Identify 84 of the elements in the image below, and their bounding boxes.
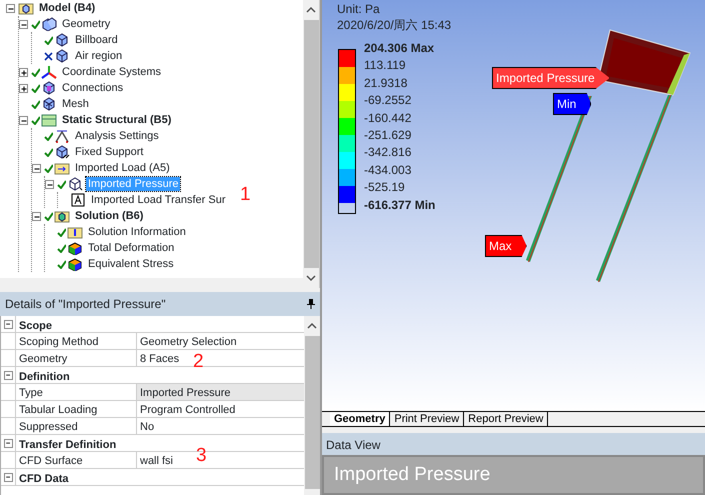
- expander-icon[interactable]: [4, 472, 12, 482]
- property-label: Suppressed: [15, 418, 137, 434]
- tree-item[interactable]: Solution (B6): [73, 209, 146, 223]
- panel-header: Data View: [322, 432, 705, 454]
- property-label: Tabular Loading: [15, 401, 137, 417]
- scroll-up-icon[interactable]: [307, 322, 317, 330]
- property-value[interactable]: Program Controlled: [137, 401, 238, 417]
- callout-label: Imported Pressure: [492, 67, 610, 89]
- panel-title: Details of "Imported Pressure": [5, 296, 166, 313]
- property-label: Scoping Method: [15, 333, 137, 349]
- property-value[interactable]: 8 Faces: [137, 350, 182, 366]
- expander-icon[interactable]: [4, 370, 12, 380]
- tree-item[interactable]: Analysis Settings: [73, 129, 161, 143]
- expander-icon[interactable]: [19, 68, 28, 76]
- tree-item[interactable]: Static Structural (B5): [60, 113, 174, 127]
- tree-item[interactable]: Model (B4): [37, 1, 98, 15]
- result-cube-icon: [67, 241, 83, 255]
- cube-icon: [54, 49, 70, 63]
- model-folder-icon: [18, 1, 34, 15]
- tree-item[interactable]: Imported Load (A5): [73, 161, 172, 175]
- tab[interactable]: Geometry: [330, 412, 390, 426]
- legend-value: 204.306 Max: [364, 40, 436, 57]
- load-folder-icon: [54, 161, 70, 175]
- unit-label: Unit: Pa: [337, 1, 380, 18]
- support-icon: [54, 145, 70, 159]
- text-icon: [70, 193, 86, 207]
- axes-icon: [41, 65, 57, 79]
- legend-value: -616.377 Min: [364, 196, 436, 214]
- legend-value: -251.629: [364, 126, 412, 144]
- scroll-up-icon[interactable]: [306, 6, 316, 14]
- cube-icon: [54, 33, 70, 47]
- property-value[interactable]: wall fsi: [137, 452, 176, 468]
- annotation-number: 1: [240, 185, 251, 204]
- tab[interactable]: Print Preview: [390, 412, 464, 426]
- scrollbar-thumb[interactable]: [304, 336, 320, 489]
- legend-value: 21.9318: [364, 74, 408, 92]
- property-value[interactable]: No: [137, 418, 158, 434]
- scroll-down-icon[interactable]: [306, 274, 316, 282]
- tree-item[interactable]: Coordinate Systems: [60, 65, 164, 79]
- tree-item[interactable]: Connections: [60, 81, 126, 95]
- expander-icon[interactable]: [32, 164, 41, 172]
- legend-value: -434.003: [364, 162, 412, 179]
- callout-label: Max: [485, 235, 527, 257]
- legend-value: -160.442: [364, 110, 412, 127]
- scrollbar-thumb[interactable]: [304, 20, 318, 268]
- tree-item[interactable]: Solution Information: [86, 225, 188, 239]
- expander-icon[interactable]: [4, 438, 12, 448]
- property-value[interactable]: Geometry Selection: [137, 333, 240, 349]
- info-folder-icon: [67, 225, 83, 239]
- solution-folder-icon: [54, 209, 70, 223]
- expander-icon[interactable]: [19, 84, 28, 92]
- legend-value: -342.816: [364, 144, 412, 162]
- tree-item[interactable]: Billboard: [73, 33, 120, 47]
- timestamp: 2020/6/20/周六 15:43: [337, 17, 452, 34]
- pressure-icon: [67, 177, 83, 191]
- callout-label: Min: [553, 93, 592, 115]
- expander-icon[interactable]: [19, 20, 28, 28]
- expander-icon[interactable]: [45, 180, 54, 188]
- property-label: Geometry: [15, 350, 137, 366]
- property-value[interactable]: Imported Pressure: [137, 384, 304, 400]
- tree-item[interactable]: Equivalent Stress: [86, 257, 176, 271]
- expander-icon[interactable]: [19, 116, 28, 124]
- legend-value: -525.19: [364, 179, 406, 196]
- legend-value: -69.2552: [364, 92, 412, 110]
- expander-icon[interactable]: [6, 4, 15, 12]
- cubes-icon: [41, 17, 57, 31]
- expander-icon[interactable]: [4, 320, 12, 328]
- tree-item[interactable]: Total Deformation: [86, 241, 176, 255]
- tab[interactable]: Report Preview: [464, 412, 548, 426]
- data-view-title: Imported Pressure: [322, 454, 705, 495]
- legend-value: 113.119: [364, 57, 407, 74]
- folder-icon: [41, 113, 57, 127]
- result-cube-icon: [67, 257, 83, 271]
- tree-item[interactable]: Geometry: [60, 17, 112, 31]
- connection-cube-icon: [41, 81, 57, 95]
- tree-item[interactable]: Imported Load Transfer Sur: [89, 193, 228, 207]
- pin-icon[interactable]: [307, 299, 315, 309]
- tree-item[interactable]: Air region: [73, 49, 124, 63]
- mesh-cube-icon: [41, 97, 57, 111]
- expander-icon[interactable]: [32, 212, 41, 220]
- property-label: CFD Surface: [15, 452, 137, 468]
- tree-item[interactable]: Mesh: [60, 97, 91, 111]
- settings-icon: [54, 129, 70, 143]
- tree-item[interactable]: Fixed Support: [73, 145, 146, 159]
